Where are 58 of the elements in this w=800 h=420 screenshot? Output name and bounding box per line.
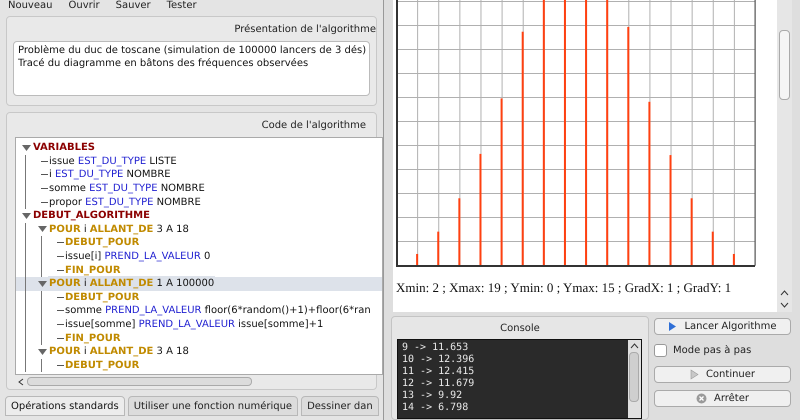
console-line: 9 -> 11.653	[402, 342, 470, 354]
run-button[interactable]: Lancer Algorithme	[654, 318, 791, 335]
code-line[interactable]: somme EST_DU_TYPE NOMBRE	[48, 181, 206, 196]
code-line[interactable]: somme PREND_LA_VALEUR floor(6*random()+1)+floor(6*ran	[64, 303, 372, 318]
play-icon	[690, 369, 699, 380]
vertical-scrollbar[interactable]	[628, 340, 641, 418]
stop-button[interactable]: Arrêter	[654, 390, 791, 407]
panel-title: Console	[500, 322, 540, 336]
toolbar-button[interactable]: Sauver	[116, 0, 151, 12]
chart-bar	[437, 232, 440, 265]
checkbox-label: Mode pas à pas	[673, 344, 752, 358]
chart-bar	[416, 254, 418, 265]
panel-title: Présentation de l'algorithme	[234, 22, 376, 36]
console-line: 14 -> 6.798	[402, 402, 470, 414]
code-line[interactable]: propor EST_DU_TYPE NOMBRE	[48, 194, 202, 210]
continue-button[interactable]: Continuer	[654, 366, 791, 383]
code-line[interactable]: POUR i ALLANT_DE 3 A 18	[48, 344, 190, 360]
scroll-left-icon[interactable]	[18, 378, 24, 386]
code-line[interactable]: VARIABLES	[32, 140, 96, 156]
scroll-down-icon[interactable]	[780, 302, 789, 308]
scroll-up-icon[interactable]	[630, 343, 639, 349]
chart-bar	[712, 232, 714, 265]
code-tree[interactable]	[15, 137, 383, 375]
scrollbar-thumb[interactable]	[629, 352, 639, 402]
console-line: 12 -> 11.679	[402, 378, 476, 390]
stop-icon	[696, 393, 707, 404]
tab[interactable]: Utiliser une fonction numérique	[128, 396, 298, 416]
code-line[interactable]: i EST_DU_TYPE NOMBRE	[48, 167, 172, 182]
vertical-scrollbar[interactable]	[777, 0, 792, 312]
console-line: 10 -> 12.396	[402, 354, 476, 366]
console-line: 11 -> 12.415	[402, 366, 476, 378]
tree-arrow-icon[interactable]	[36, 348, 48, 355]
description-field[interactable]: Problème du duc de toscane (simulation de 100000 lancers de 3 dés) Tracé du diagramme en bâtons des fréquences observées	[13, 41, 370, 96]
toolbar-button[interactable]: Tester	[166, 0, 197, 12]
tree-arrow-icon[interactable]	[20, 144, 32, 151]
toolbar-button[interactable]: Nouveau	[8, 0, 52, 12]
scrollbar-thumb[interactable]	[779, 30, 790, 100]
code-line[interactable]: issue[i] PREND_LA_VALEUR 0	[64, 249, 212, 264]
scrollbar-thumb[interactable]	[27, 377, 252, 386]
toolbar-button[interactable]: Ouvrir	[68, 0, 100, 12]
tree-arrow-icon[interactable]	[36, 226, 48, 232]
graph-settings: Xmin: 2 ; Xmax: 19 ; Ymin: 0 ; Ymax: 15 ; GradX: 1 ; GradY: 1	[396, 279, 732, 297]
tab[interactable]: Opérations standards	[5, 396, 125, 416]
tree-arrow-icon[interactable]	[36, 280, 48, 287]
checkbox[interactable]	[654, 344, 667, 357]
chart-bar	[690, 198, 693, 265]
tree-arrow-icon[interactable]	[20, 212, 32, 219]
play-icon	[668, 321, 678, 332]
code-line[interactable]: POUR i ALLANT_DE 3 A 18	[48, 222, 190, 237]
chart-bar	[732, 254, 735, 265]
chart-bar	[458, 198, 460, 265]
scroll-up-icon[interactable]	[780, 290, 789, 296]
panel-title: Code de l'algorithme	[262, 118, 366, 132]
code-line[interactable]: DEBUT_ALGORITHME	[32, 208, 151, 224]
code-line[interactable]: issue[somme] PREND_LA_VALEUR issue[somme]+1	[64, 317, 324, 332]
code-line[interactable]: issue EST_DU_TYPE LISTE	[48, 154, 178, 169]
console-line: 13 -> 9.92	[402, 390, 464, 402]
tab[interactable]: Dessiner dan	[301, 396, 379, 416]
